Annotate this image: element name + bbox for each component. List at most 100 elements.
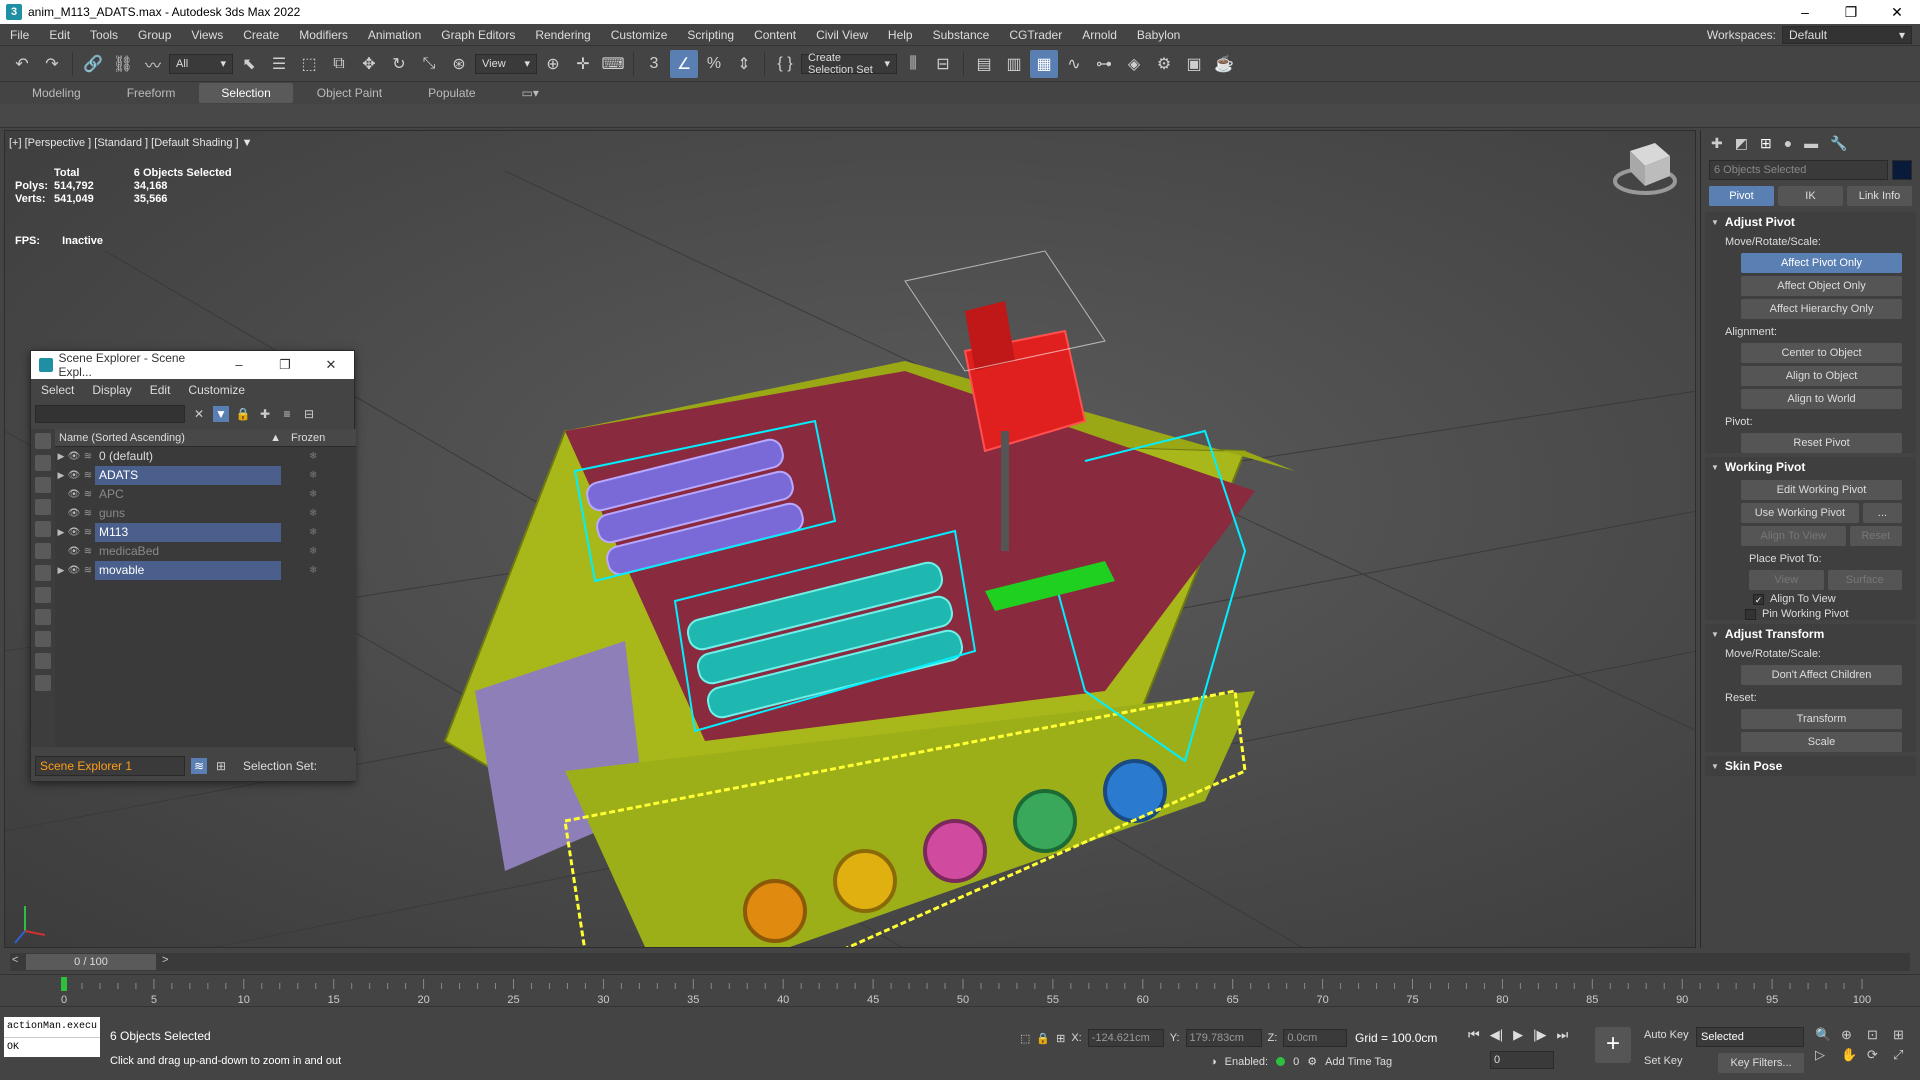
object-name[interactable]: 0 (default) (95, 447, 281, 466)
frozen-snowflake-icon[interactable]: ❄ (309, 508, 317, 519)
scale-icon[interactable]: ⤡ (415, 50, 443, 78)
affect-hierarchy-only-button[interactable]: Affect Hierarchy Only (1741, 299, 1902, 319)
visibility-eye-icon[interactable]: 👁 (67, 508, 81, 519)
menu-edit[interactable]: Edit (39, 24, 80, 46)
auto-key-button[interactable]: Auto Key (1644, 1029, 1689, 1041)
menu-create[interactable]: Create (233, 24, 289, 46)
skin-pose-header[interactable]: ▼ Skin Pose (1705, 756, 1916, 776)
minimize-button[interactable]: – (1782, 0, 1828, 24)
list-item[interactable]: 👁 ≋ guns ❄ (55, 504, 356, 523)
curve-editor-icon[interactable]: ∿ (1060, 50, 1088, 78)
expand-arrow-icon[interactable]: ▶ (55, 565, 67, 576)
center-to-object-button[interactable]: Center to Object (1741, 343, 1902, 363)
ref-coord-dropdown[interactable]: View ▾ (475, 53, 537, 74)
angle-snap-icon[interactable]: ∠ (670, 49, 698, 78)
view-cube[interactable] (1613, 143, 1677, 195)
object-name[interactable]: movable (95, 561, 281, 580)
layers-icon[interactable]: ≡ (279, 406, 295, 422)
window-crossing-icon[interactable]: ⧉ (325, 50, 353, 78)
hidden-filter-icon[interactable] (35, 675, 51, 691)
filter-icon[interactable]: ▼ (213, 406, 229, 422)
align-to-view-checkbox[interactable]: ✓ Align To View (1753, 593, 1916, 605)
z-coordinate-field[interactable]: 0.0cm (1283, 1029, 1348, 1047)
bones-filter-icon[interactable] (35, 609, 51, 625)
schematic-view-icon[interactable]: ⊶ (1090, 50, 1118, 78)
se-menu-display[interactable]: Display (92, 383, 131, 397)
go-to-end-icon[interactable]: ⏭ (1556, 1027, 1568, 1043)
percent-snap-icon[interactable]: % (700, 50, 728, 78)
menu-scripting[interactable]: Scripting (677, 24, 744, 46)
align-icon[interactable]: ⊟ (929, 50, 957, 78)
adjust-transform-header[interactable]: ▼ Adjust Transform (1705, 624, 1916, 644)
add-layer-icon[interactable]: ✚ (257, 406, 273, 422)
align-to-view-button[interactable]: Align To View (1741, 526, 1846, 546)
keyboard-shortcut-icon[interactable]: ⌨ (599, 50, 627, 78)
material-editor-icon[interactable]: ◈ (1120, 50, 1148, 78)
current-frame-field[interactable]: 0 (1490, 1051, 1554, 1069)
pivot-tab[interactable]: Pivot (1709, 186, 1774, 206)
lock-icon[interactable]: 🔒 (235, 406, 251, 422)
visibility-eye-icon[interactable]: 👁 (67, 451, 81, 462)
tab-populate[interactable]: Populate (406, 83, 497, 103)
hierarchy-mode-icon[interactable]: ⊞ (213, 758, 229, 774)
clear-search-icon[interactable]: ✕ (191, 406, 207, 422)
edit-named-sets-icon[interactable]: { } (771, 50, 799, 78)
pin-working-pivot-checkbox[interactable]: Pin Working Pivot (1745, 608, 1916, 620)
geometry-filter-icon[interactable] (35, 433, 51, 449)
spacewarps-filter-icon[interactable] (35, 543, 51, 559)
menu-modifiers[interactable]: Modifiers (289, 24, 358, 46)
y-coordinate-field[interactable]: 179.783cm (1185, 1029, 1262, 1047)
fov-icon[interactable]: ▷ (1815, 1047, 1837, 1063)
mirror-icon[interactable]: ⫼ (899, 50, 927, 78)
menu-cgtrader[interactable]: CGTrader (999, 24, 1072, 46)
expand-arrow-icon[interactable]: ▶ (55, 470, 67, 481)
visibility-eye-icon[interactable]: 👁 (67, 546, 81, 557)
ribbon-options-icon[interactable]: ▭▾ (500, 83, 561, 103)
object-name[interactable]: ADATS (95, 466, 281, 485)
expand-arrow-icon[interactable]: ▶ (55, 527, 67, 538)
hierarchy-icon[interactable]: ⊟ (301, 406, 317, 422)
link-icon[interactable]: 🔗 (79, 50, 107, 78)
frozen-snowflake-icon[interactable]: ❄ (309, 527, 317, 538)
display-tab-icon[interactable]: ▬ (1804, 135, 1818, 151)
tab-modeling[interactable]: Modeling (10, 83, 103, 103)
containers-filter-icon[interactable] (35, 631, 51, 647)
visibility-eye-icon[interactable]: 👁 (67, 470, 81, 481)
lights-filter-icon[interactable] (35, 477, 51, 493)
next-frame-icon[interactable]: |▶ (1533, 1027, 1546, 1043)
selection-lock-icon[interactable]: 🔒 (1036, 1032, 1050, 1045)
se-minimize-button[interactable]: – (216, 357, 262, 373)
key-mode-dropdown[interactable]: Selected (1696, 1027, 1804, 1047)
menu-group[interactable]: Group (128, 24, 181, 46)
selection-filter-dropdown[interactable]: All ▾ (169, 53, 233, 74)
col-name-header[interactable]: Name (Sorted Ascending) (59, 432, 185, 444)
affect-object-only-button[interactable]: Affect Object Only (1741, 276, 1902, 296)
shapes-filter-icon[interactable] (35, 455, 51, 471)
create-tab-icon[interactable]: ✚ (1711, 135, 1723, 152)
workspace-dropdown[interactable]: Default ▾ (1782, 25, 1912, 44)
zoom-extents-icon[interactable]: ⊡ (1867, 1027, 1889, 1043)
select-object-icon[interactable]: ⬉ (235, 50, 263, 78)
redo-icon[interactable]: ↷ (38, 50, 66, 78)
list-item[interactable]: ▶ 👁 ≋ movable ❄ (55, 561, 356, 580)
tab-freeform[interactable]: Freeform (105, 83, 198, 103)
bind-spacewarp-icon[interactable]: 〰 (139, 50, 167, 78)
list-item[interactable]: ▶ 👁 ≋ 0 (default) ❄ (55, 447, 356, 466)
prev-frame-button[interactable]: < (12, 954, 18, 966)
adjust-pivot-header[interactable]: ▼ Adjust Pivot (1705, 212, 1916, 232)
dont-affect-children-button[interactable]: Don't Affect Children (1741, 665, 1902, 685)
select-manipulate-icon[interactable]: ✛ (569, 50, 597, 78)
menu-views[interactable]: Views (181, 24, 233, 46)
menu-animation[interactable]: Animation (358, 24, 431, 46)
reset-pivot-button[interactable]: Reset Pivot (1741, 433, 1902, 453)
select-by-name-icon[interactable]: ☰ (265, 50, 293, 78)
use-working-pivot-options-button[interactable]: ... (1862, 503, 1902, 523)
frozen-snowflake-icon[interactable]: ❄ (309, 451, 317, 462)
explorer-name-dropdown[interactable]: Scene Explorer 1 (35, 756, 185, 776)
rotate-icon[interactable]: ↻ (385, 50, 413, 78)
x-coordinate-field[interactable]: -124.621cm (1087, 1029, 1164, 1047)
set-keys-button[interactable]: + (1595, 1027, 1631, 1063)
rect-selection-icon[interactable]: ⬚ (295, 50, 323, 78)
reset-transform-button[interactable]: Transform (1741, 709, 1902, 729)
zoom-all-icon[interactable]: ⊕ (1841, 1027, 1863, 1043)
